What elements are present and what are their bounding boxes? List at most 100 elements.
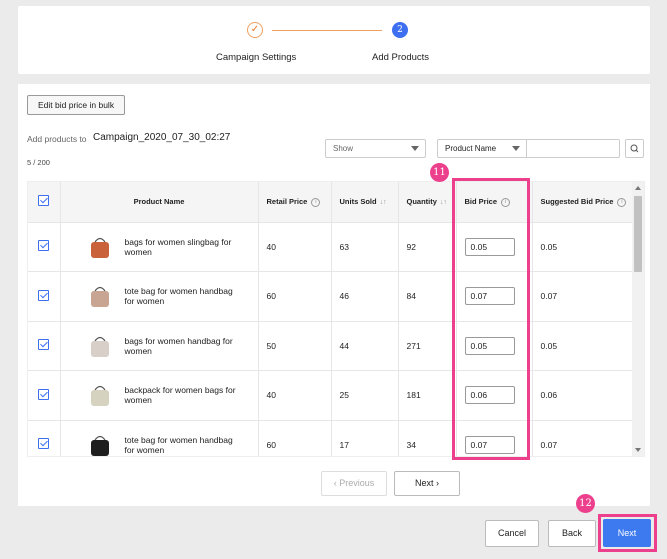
quantity-cell: 34: [398, 420, 457, 456]
product-name: tote bag for women handbag for women: [124, 286, 233, 307]
bid-price-highlight: [452, 178, 530, 460]
header-suggested-bid-price: Suggested Bid Price i: [532, 182, 634, 223]
product-cell: bags for women handbag for women: [60, 321, 259, 371]
previous-page-button[interactable]: ‹ Previous: [321, 471, 387, 496]
units-sold-cell: 44: [331, 321, 399, 371]
suggested-bid-cell: 0.05: [532, 321, 634, 371]
stepper: ✓ 2 Campaign Settings Add Products: [18, 6, 650, 74]
units-sold-cell: 25: [331, 370, 399, 421]
select-all-checkbox[interactable]: [38, 195, 50, 207]
suggested-bid-cell: 0.07: [532, 271, 634, 322]
product-thumbnail: [84, 429, 116, 456]
product-name: bags for women slingbag for women: [124, 236, 232, 257]
header-label: Quantity: [406, 197, 437, 207]
campaign-name: Campaign_2020_07_30_02:27: [93, 132, 231, 143]
show-select[interactable]: Show: [325, 139, 426, 158]
table-row: bags for women slingbag for women 40 63 …: [28, 222, 634, 272]
product-cell: bags for women slingbag for women: [60, 222, 259, 272]
step-connector: [272, 30, 382, 31]
table-row: backpack for women bags for women 40 25 …: [28, 370, 634, 421]
header-product-name: Product Name: [60, 182, 259, 223]
chevron-down-icon: [512, 146, 520, 151]
show-select-label: Show: [333, 144, 354, 153]
retail-price-cell: 50: [258, 321, 332, 371]
info-icon[interactable]: i: [617, 197, 627, 207]
scroll-down-icon[interactable]: [635, 448, 641, 452]
step-2-number: 2: [392, 22, 408, 38]
search-icon: [630, 144, 639, 153]
header-retail-price: Retail Price i: [258, 182, 332, 223]
sort-icon[interactable]: ↓↑: [440, 199, 447, 206]
next-page-button[interactable]: Next ›: [394, 471, 460, 496]
product-cell: tote bag for women handbag for women: [60, 271, 259, 322]
product-name: bags for women handbag for women: [124, 335, 233, 356]
table-row: tote bag for women handbag for women 60 …: [28, 271, 634, 322]
product-name: backpack for women bags for women: [124, 385, 236, 406]
row-select-cell: [28, 222, 61, 272]
search-input[interactable]: [526, 139, 620, 158]
sort-icon[interactable]: ↓↑: [380, 199, 387, 206]
search-button[interactable]: [625, 139, 644, 158]
suggested-bid-cell: 0.07: [532, 420, 634, 456]
field-select-label: Product Name: [445, 144, 497, 153]
row-checkbox[interactable]: [38, 438, 50, 450]
check-icon: ✓: [247, 22, 263, 38]
next-page-label: Next: [414, 478, 434, 488]
next-button[interactable]: Next: [603, 519, 651, 547]
field-select[interactable]: Product Name: [437, 139, 526, 158]
header-label: Product Name: [133, 197, 185, 207]
header-quantity[interactable]: Quantity ↓↑: [398, 182, 457, 223]
edit-bid-bulk-button[interactable]: Edit bid price in bulk: [27, 95, 126, 115]
step-badge-11: 11: [430, 163, 449, 182]
header-label: Retail Price: [266, 196, 308, 206]
suggested-bid-cell: 0.05: [532, 222, 634, 272]
product-thumbnail: [84, 330, 116, 362]
scroll-up-icon[interactable]: [635, 186, 641, 190]
select-all-cell: [28, 182, 61, 223]
quantity-cell: 84: [398, 271, 457, 322]
row-select-cell: [28, 321, 61, 371]
step-badge-12: 12: [576, 494, 595, 513]
vertical-scrollbar[interactable]: [632, 182, 644, 456]
row-checkbox[interactable]: [38, 339, 50, 351]
info-icon[interactable]: i: [311, 197, 321, 207]
row-checkbox[interactable]: [38, 388, 50, 400]
table-header-row: Product Name Retail Price i Units Sold ↓↑ …: [28, 182, 634, 223]
suggested-bid-cell: 0.06: [532, 370, 634, 421]
step-add-products: Add Products: [372, 52, 430, 63]
product-thumbnail: [84, 280, 116, 312]
retail-price-cell: 40: [258, 222, 332, 272]
product-cell: tote bag for women handbag for women: [60, 420, 259, 456]
product-count: 5 / 200: [27, 158, 50, 167]
quantity-cell: 271: [398, 321, 457, 371]
table-row: bags for women handbag for women 50 44 2…: [28, 321, 634, 371]
quantity-cell: 92: [398, 222, 457, 272]
retail-price-cell: 60: [258, 271, 332, 322]
row-checkbox[interactable]: [38, 289, 50, 301]
header-label: Suggested Bid Price: [540, 196, 614, 206]
add-products-label: Add products to: [27, 134, 87, 144]
units-sold-cell: 63: [331, 222, 399, 272]
row-checkbox[interactable]: [38, 240, 50, 252]
units-sold-cell: 46: [331, 271, 399, 322]
chevron-down-icon: [411, 146, 419, 151]
retail-price-cell: 40: [258, 370, 332, 421]
scrollbar-thumb[interactable]: [634, 196, 642, 272]
header-label: Units Sold: [339, 197, 377, 207]
previous-label: Previous: [339, 478, 375, 488]
header-units-sold[interactable]: Units Sold ↓↑: [331, 182, 399, 223]
retail-price-cell: 60: [258, 420, 332, 456]
row-select-cell: [28, 370, 61, 421]
product-thumbnail: [84, 231, 116, 263]
table-row: tote bag for women handbag for women 60 …: [28, 420, 634, 456]
row-select-cell: [28, 420, 61, 456]
products-table: Product Name Retail Price i Units Sold ↓↑ …: [27, 181, 645, 457]
product-cell: backpack for women bags for women: [60, 370, 259, 421]
product-thumbnail: [84, 379, 116, 411]
back-button[interactable]: Back: [548, 520, 596, 547]
cancel-button[interactable]: Cancel: [485, 520, 539, 547]
step-campaign-settings[interactable]: Campaign Settings: [216, 52, 296, 63]
quantity-cell: 181: [398, 370, 457, 421]
product-name: tote bag for women handbag for women: [124, 434, 233, 455]
row-select-cell: [28, 271, 61, 322]
